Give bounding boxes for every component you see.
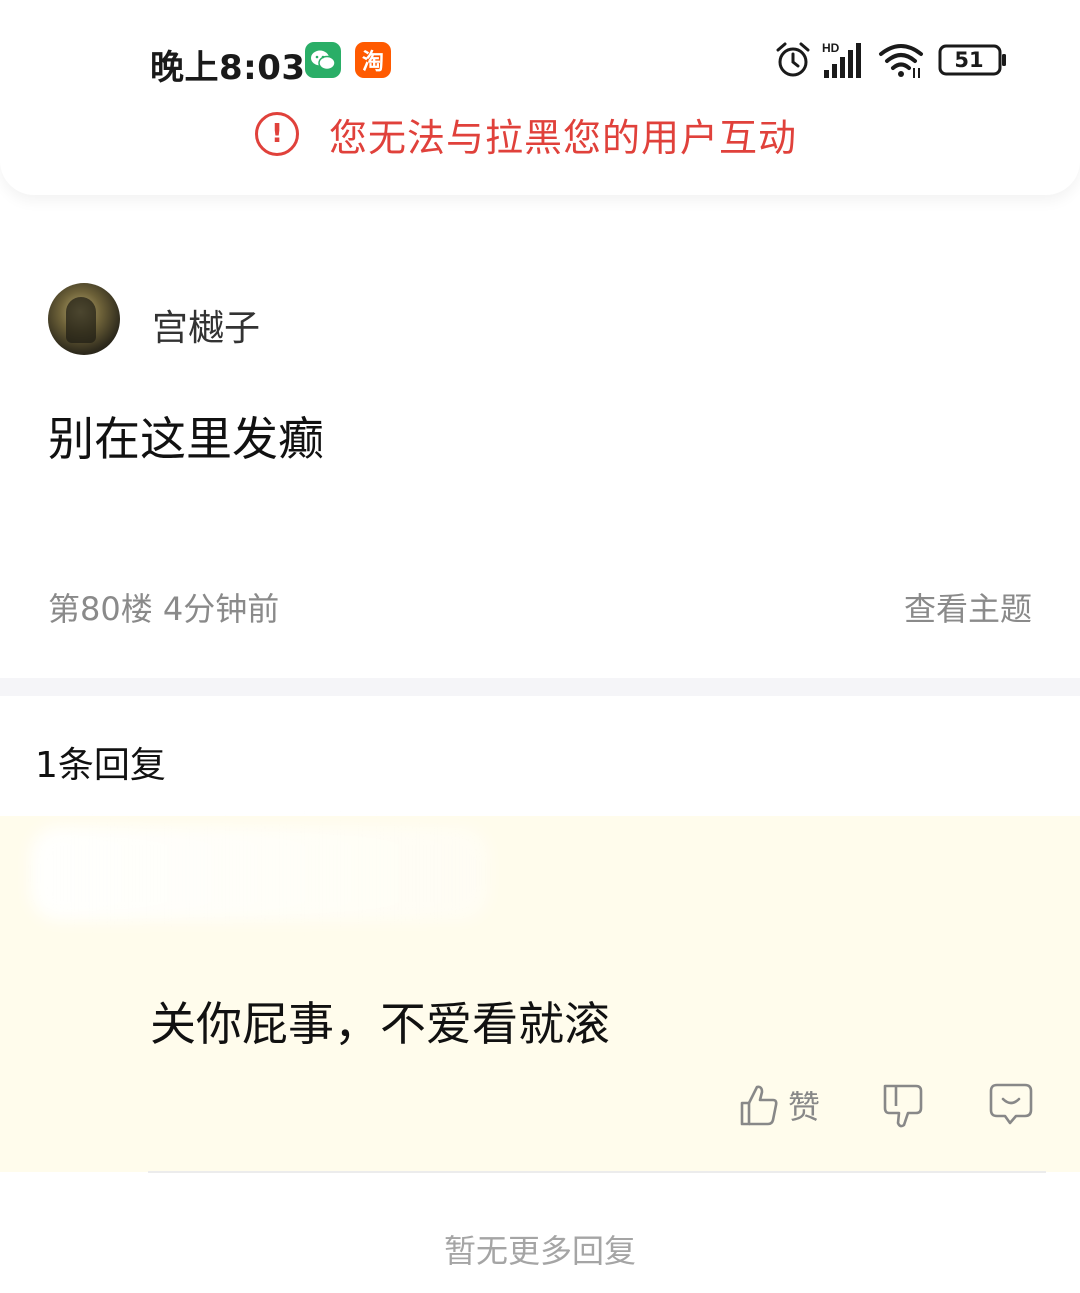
username[interactable]: 宫樾子	[152, 299, 260, 351]
dislike-button[interactable]	[880, 1082, 924, 1128]
view-topic-link[interactable]: 查看主题	[904, 584, 1032, 630]
like-button[interactable]: 赞	[738, 1082, 820, 1128]
comment-button[interactable]	[988, 1082, 1034, 1128]
avatar[interactable]	[48, 283, 120, 355]
battery-level: 51	[954, 48, 984, 72]
page: 晚上8:03 淘 HD 51 ! 您无法与拉黑您的用户互动 宫樾子 别在这里发癫…	[0, 0, 1080, 1293]
wifi-icon	[879, 44, 923, 78]
reply-item: 关你屁事，不爱看就滚 赞	[0, 816, 1080, 1172]
wechat-icon	[305, 42, 341, 78]
hidden-reply-author	[30, 826, 490, 921]
section-divider	[0, 678, 1080, 696]
post-meta: 第80楼 4分钟前	[48, 590, 280, 628]
warning-text: 您无法与拉黑您的用户互动	[329, 115, 798, 160]
blocked-user-toast: 晚上8:03 淘 HD 51 ! 您无法与拉黑您的用户互动	[0, 0, 1080, 195]
post-content: 别在这里发癫	[48, 412, 324, 466]
exclamation-circle-icon: !	[255, 112, 299, 156]
like-label: 赞	[788, 1088, 821, 1126]
comment-icon	[989, 1083, 1033, 1125]
alarm-icon	[776, 42, 810, 77]
hd-label: HD	[822, 41, 840, 55]
reply-divider	[148, 1171, 1046, 1173]
status-bar: 晚上8:03 淘 HD 51	[0, 0, 1080, 110]
signal-icon: HD	[822, 41, 861, 78]
post-card: 宫樾子 别在这里发癫 第80楼 4分钟前 查看主题	[0, 195, 1080, 678]
reply-text: 关你屁事，不爱看就滚	[150, 997, 610, 1051]
taobao-icon: 淘	[355, 42, 391, 78]
thumbs-down-icon	[883, 1084, 923, 1128]
reply-count: 1条回复	[35, 745, 166, 786]
no-more-replies: 暂无更多回复	[443, 1232, 636, 1270]
status-time: 晚上8:03	[150, 48, 306, 88]
thumbs-up-icon	[740, 1085, 778, 1126]
warning-banner: ! 您无法与拉黑您的用户互动	[255, 110, 797, 160]
